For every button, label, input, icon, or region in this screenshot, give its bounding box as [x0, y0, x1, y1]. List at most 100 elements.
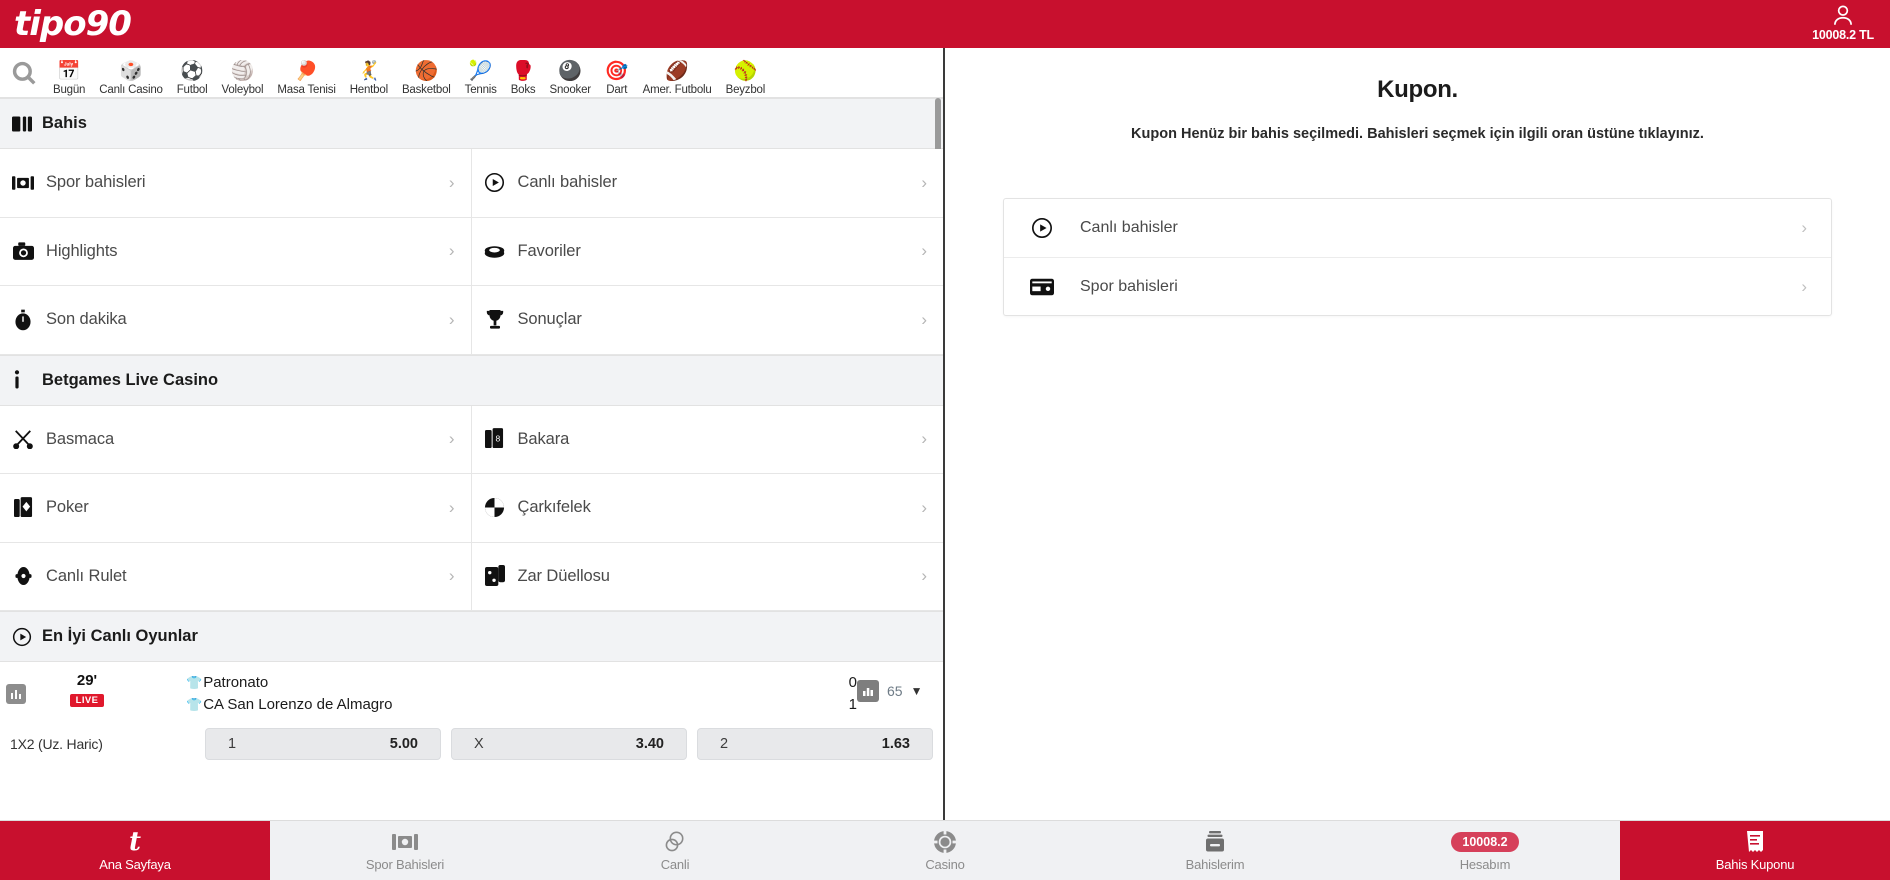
boxing-glove-icon: 🥊	[511, 61, 535, 83]
odd-button-x[interactable]: X 3.40	[451, 728, 687, 760]
match-markets[interactable]: 65 ▼	[857, 672, 943, 702]
kupon-item-spor-bahisleri[interactable]: Spor bahisleri ›	[1004, 257, 1831, 315]
menu-item-label: Favoriler	[518, 242, 581, 261]
play-circle-icon	[1004, 217, 1080, 239]
nav-item-ana-sayfaya[interactable]: t Ana Sayfaya	[0, 821, 270, 880]
tennis-ball-icon: 🎾	[469, 61, 493, 83]
sport-nav-item[interactable]: 🥊 Boks	[504, 50, 543, 96]
sport-nav-item[interactable]: 🏐 Voleybol	[214, 50, 270, 96]
sport-label: Dart	[606, 84, 627, 96]
menu-item-zar-duellosu[interactable]: Zar Düellosu ›	[472, 543, 944, 612]
sport-nav-item[interactable]: 📅 Bugün	[46, 50, 92, 96]
odds-market-label: 1X2 (Uz. Haric)	[10, 736, 195, 752]
sport-nav-item[interactable]: 🤾 Hentbol	[343, 50, 395, 96]
sport-nav-item[interactable]: 🎲 Canlı Casino	[92, 50, 169, 96]
sport-nav-item[interactable]: 🥎 Beyzbol	[719, 50, 773, 96]
stats-icon	[6, 684, 26, 704]
sport-nav-item[interactable]: 🏈 Amer. Futbolu	[636, 50, 719, 96]
menu-item-canli-bahisler[interactable]: Canlı bahisler ›	[472, 149, 944, 218]
wheel-fortune-icon	[472, 497, 518, 518]
match-time: 29' LIVE	[32, 672, 142, 708]
kupon-title: Kupon.	[945, 76, 1890, 104]
chevron-right-icon: ›	[921, 310, 927, 330]
nav-item-spor-bahisleri[interactable]: Spor Bahisleri	[270, 821, 540, 880]
left-panel: 📅 Bugün 🎲 Canlı Casino ⚽ Futbol 🏐 Voleyb…	[0, 48, 945, 820]
basketball-icon: 🏀	[414, 61, 438, 83]
odds-row: 1X2 (Uz. Haric) 1 5.00 X 3.40 2 1.63	[0, 722, 943, 760]
section-title: En İyi Canlı Oyunlar	[42, 627, 198, 646]
menu-item-spor-bahisleri[interactable]: Spor bahisleri ›	[0, 149, 472, 218]
sport-label: Voleybol	[221, 84, 263, 96]
nav-item-label: Bahis Kuponu	[1716, 857, 1795, 872]
sport-label: Masa Tenisi	[277, 84, 335, 96]
sport-nav-item[interactable]: 🎱 Snooker	[542, 50, 597, 96]
chevron-right-icon: ›	[449, 241, 455, 261]
menu-item-carkifelek[interactable]: Çarkıfelek ›	[472, 474, 944, 543]
dice-icon: 🎲	[119, 61, 143, 83]
nav-item-canli[interactable]: Canli	[540, 821, 810, 880]
menu-item-bakara[interactable]: 8 Bakara ›	[472, 406, 944, 475]
bar-chart-icon[interactable]	[857, 680, 879, 702]
menu-item-label: Canlı Rulet	[46, 567, 127, 586]
chevron-right-icon: ›	[449, 566, 455, 586]
live-match-row[interactable]: 29' LIVE 👕 Patronato 👕 CA San Lorenzo de…	[0, 662, 943, 722]
match-teams: 👕 Patronato 👕 CA San Lorenzo de Almagro	[142, 672, 823, 716]
chevron-right-icon: ›	[449, 498, 455, 518]
nav-item-bahislerim[interactable]: Bahislerim	[1080, 821, 1350, 880]
nav-item-label: Bahislerim	[1186, 857, 1245, 872]
away-score: 1	[823, 694, 857, 716]
menu-item-poker[interactable]: Poker ›	[0, 474, 472, 543]
kupon-item-label: Spor bahisleri	[1080, 278, 1178, 296]
app-root: tipo90 10008.2 TL	[0, 0, 1890, 880]
trophy-icon	[472, 309, 518, 330]
stats-button[interactable]	[0, 672, 32, 704]
play-circle-icon	[12, 627, 42, 647]
sport-label: Amer. Futbolu	[643, 84, 712, 96]
section-header-bahis: Bahis	[0, 98, 943, 149]
sport-nav-item[interactable]: 🎾 Tennis	[458, 50, 504, 96]
odd-button-2[interactable]: 2 1.63	[697, 728, 933, 760]
nav-item-hesabim[interactable]: 10008.2 Hesabım	[1350, 821, 1620, 880]
bottom-nav-bar: t Ana Sayfaya Spor Bahisleri Canli	[0, 820, 1890, 880]
chevron-right-icon: ›	[1801, 218, 1807, 238]
chevron-down-icon[interactable]: ▼	[911, 684, 923, 698]
search-icon[interactable]	[2, 60, 46, 86]
sport-nav-item[interactable]: ⚽ Futbol	[170, 50, 215, 96]
poker-card-icon	[0, 497, 46, 519]
kupon-item-canli-bahisler[interactable]: Canlı bahisler ›	[1004, 199, 1831, 257]
menu-item-son-dakika[interactable]: Son dakika ›	[0, 286, 472, 355]
balance-label: 10008.2 TL	[1812, 29, 1874, 42]
sport-nav-item[interactable]: 🏀 Basketbol	[395, 50, 458, 96]
section-header-live-games: En İyi Canlı Oyunlar	[0, 611, 943, 662]
ping-pong-icon: 🏓	[295, 61, 319, 83]
home-team-row: 👕 Patronato	[186, 672, 823, 694]
t-logo-icon: t	[129, 830, 141, 854]
menu-item-label: Canlı bahisler	[518, 173, 618, 192]
markets-count: 65	[887, 683, 903, 699]
menu-item-highlights[interactable]: Highlights ›	[0, 218, 472, 287]
balls-icon	[663, 830, 687, 854]
menu-item-label: Basmaca	[46, 430, 114, 449]
camera-icon	[0, 242, 46, 261]
section-title: Betgames Live Casino	[42, 371, 218, 390]
sport-nav-item[interactable]: 🏓 Masa Tenisi	[270, 50, 342, 96]
odd-button-1[interactable]: 1 5.00	[205, 728, 441, 760]
brand-logo[interactable]: tipo90	[14, 7, 131, 41]
nav-item-casino[interactable]: Casino	[810, 821, 1080, 880]
nav-item-label: Hesabım	[1460, 857, 1511, 872]
chevron-right-icon: ›	[921, 498, 927, 518]
menu-item-canli-rulet[interactable]: Canlı Rulet ›	[0, 543, 472, 612]
menu-item-label: Highlights	[46, 242, 117, 261]
menu-item-basmaca[interactable]: Basmaca ›	[0, 406, 472, 475]
menu-item-sonuclar[interactable]: Sonuçlar ›	[472, 286, 944, 355]
account-button[interactable]: 10008.2 TL	[1812, 2, 1874, 42]
nav-item-label: Canli	[661, 857, 690, 872]
cards-icon: 8	[472, 428, 518, 450]
sport-nav-item[interactable]: 🎯 Dart	[598, 50, 636, 96]
nav-item-bahis-kuponu[interactable]: Bahis Kuponu	[1620, 821, 1890, 880]
odd-name: 1	[228, 736, 236, 752]
odd-name: X	[474, 736, 484, 752]
nav-item-label: Casino	[925, 857, 964, 872]
sport-label: Beyzbol	[726, 84, 766, 96]
menu-item-favoriler[interactable]: Favoriler ›	[472, 218, 944, 287]
